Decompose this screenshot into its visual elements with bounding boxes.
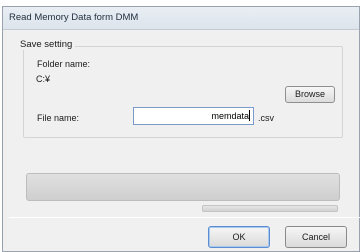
cancel-button[interactable]: Cancel (285, 226, 347, 248)
current-progress-bar (202, 205, 338, 212)
read-memory-dialog: Read Memory Data form DMM Save setting F… (2, 6, 363, 252)
save-setting-label: Save setting (17, 39, 76, 50)
file-name-input[interactable] (133, 107, 254, 125)
title-bar: Read Memory Data form DMM (3, 7, 359, 30)
text-caret (249, 110, 250, 121)
folder-name-label: Folder name: (37, 59, 91, 69)
window-title: Read Memory Data form DMM (9, 12, 139, 23)
footer-divider (9, 217, 363, 218)
folder-path-display: C:¥ (36, 74, 51, 84)
file-extension-label: .csv (258, 113, 275, 123)
browse-button[interactable]: Browse (285, 86, 335, 103)
file-name-label: File name: (37, 113, 80, 123)
ok-button[interactable]: OK (208, 226, 270, 248)
overall-progress-bar (26, 173, 340, 201)
